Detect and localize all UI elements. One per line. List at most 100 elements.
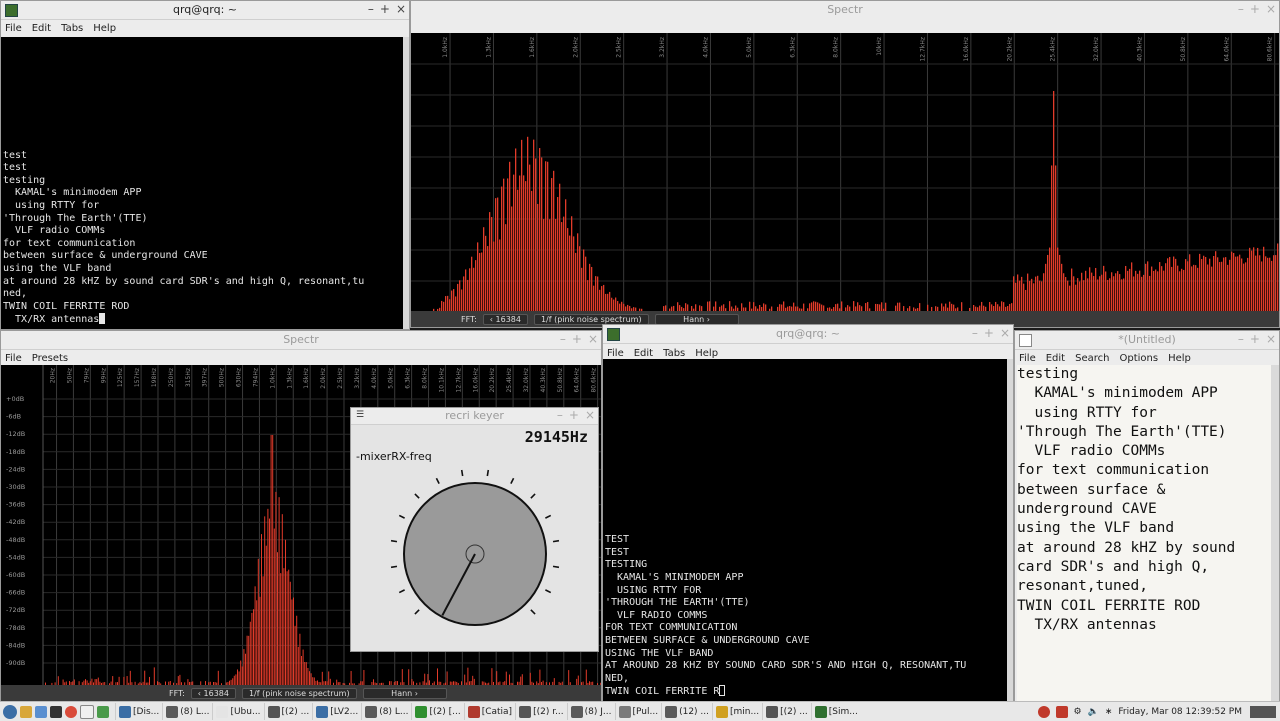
menu-presets[interactable]: Presets — [32, 353, 68, 364]
menu-help[interactable]: Help — [695, 348, 718, 359]
taskbar-task[interactable]: (8) J... — [566, 703, 615, 720]
editor-titlebar[interactable]: *(Untitled) – + × — [1015, 331, 1279, 350]
terminal-window-bottom[interactable]: qrq@qrq: ~ – + × File Edit Tabs Help TEST … — [602, 324, 1014, 702]
spectrum-bar — [1151, 266, 1153, 311]
close-icon[interactable]: × — [1266, 332, 1276, 346]
record-icon[interactable] — [1037, 705, 1050, 718]
taskbar-task[interactable]: [(2) ... — [762, 703, 811, 720]
pdf-icon[interactable] — [1055, 705, 1068, 718]
taskbar-task[interactable]: (8) L... — [162, 703, 212, 720]
editor-window[interactable]: *(Untitled) – + × File Edit Search Options… — [1014, 330, 1280, 702]
taskbar-task[interactable]: (8) L... — [361, 703, 411, 720]
close-icon[interactable]: × — [585, 408, 595, 422]
window-function-select[interactable]: Hann › — [362, 687, 447, 699]
taskbar-task[interactable]: [min... — [712, 703, 762, 720]
launcher-file-manager-icon[interactable] — [20, 705, 32, 718]
close-icon[interactable]: × — [1266, 2, 1276, 16]
taskbar-task[interactable]: [Pul... — [614, 703, 662, 720]
minimize-icon[interactable]: – — [972, 326, 978, 340]
menu-search[interactable]: Search — [1075, 353, 1109, 364]
terminal-menubar: File Edit Tabs Help — [1, 20, 409, 36]
minimize-icon[interactable]: – — [560, 332, 566, 346]
terminal-titlebar[interactable]: qrq@qrq: ~ – + × — [1, 1, 409, 20]
minimize-icon[interactable]: – — [368, 2, 374, 16]
menu-file[interactable]: File — [5, 353, 22, 364]
launcher-chrome-icon[interactable] — [65, 705, 77, 718]
spectrum-bar — [254, 586, 256, 685]
start-menu-icon[interactable] — [3, 704, 17, 719]
taskbar-task[interactable]: [Ubu... — [212, 703, 263, 720]
terminal-titlebar[interactable]: qrq@qrq: ~ – + × — [603, 325, 1013, 344]
spectr-window-top[interactable]: Spectr – + × 1.0kHz 1.3kHz 1.6kHz 2.0kHz 2.5kH… — [410, 0, 1280, 328]
menu-help[interactable]: Help — [93, 23, 116, 34]
menu-edit[interactable]: Edit — [634, 348, 653, 359]
menu-file[interactable]: File — [5, 23, 22, 34]
maximize-icon[interactable]: + — [1250, 332, 1260, 346]
maximize-icon[interactable]: + — [572, 332, 582, 346]
maximize-icon[interactable]: + — [984, 326, 994, 340]
bluetooth-icon[interactable]: ∗ — [1105, 707, 1113, 717]
spectrum-bar — [1071, 268, 1073, 311]
fft-size-select[interactable]: ‹ 16384 — [482, 314, 528, 325]
db-tick-label: -30dB — [6, 483, 25, 491]
menu-tabs[interactable]: Tabs — [663, 348, 685, 359]
taskbar-task[interactable]: [LV2... — [312, 703, 361, 720]
taskbar-task[interactable]: [Sim... — [810, 703, 861, 720]
menu-file[interactable]: File — [607, 348, 624, 359]
spectrum-display-top[interactable]: 1.0kHz 1.3kHz 1.6kHz 2.0kHz 2.5kHz 3.2kHz 4.0k… — [411, 33, 1279, 311]
minimize-icon[interactable]: – — [1238, 2, 1244, 16]
window-title: qrq@qrq: ~ — [775, 327, 840, 340]
volume-icon[interactable]: 🔈 — [1088, 707, 1099, 717]
scrollbar[interactable] — [403, 37, 409, 329]
close-icon[interactable]: × — [1000, 326, 1010, 340]
launcher-editor-icon[interactable] — [80, 704, 94, 719]
spectr-titlebar[interactable]: Spectr – + × — [411, 1, 1279, 34]
taskbar-task[interactable]: [(2) [... — [411, 703, 463, 720]
menu-options[interactable]: Options — [1119, 353, 1158, 364]
menu-edit[interactable]: Edit — [32, 23, 51, 34]
network-icon[interactable]: ⚙ — [1074, 707, 1082, 717]
maximize-icon[interactable]: + — [569, 408, 579, 422]
spectr-titlebar[interactable]: Spectr – + × — [1, 331, 601, 350]
taskbar-task[interactable]: [(2) r... — [515, 703, 567, 720]
maximize-icon[interactable]: + — [380, 2, 390, 16]
menu-file[interactable]: File — [1019, 353, 1036, 364]
taskbar-task[interactable]: (12) ... — [661, 703, 712, 720]
spectrum-bar — [991, 304, 993, 311]
launcher-terminal-icon[interactable] — [50, 705, 62, 718]
maximize-icon[interactable]: + — [1250, 2, 1260, 16]
desktop-switcher-icon[interactable] — [1250, 705, 1276, 718]
fft-size-select[interactable]: ‹ 16384 — [190, 687, 236, 699]
minimize-icon[interactable]: – — [557, 408, 563, 422]
spectrum-bar — [877, 304, 879, 311]
spectrum-bar — [472, 675, 474, 685]
spectrum-bar — [505, 224, 507, 311]
spectrum-bar — [1199, 253, 1201, 311]
frequency-knob[interactable] — [383, 462, 569, 642]
launcher-browser-icon[interactable] — [35, 705, 47, 718]
launcher-settings-icon[interactable] — [97, 705, 109, 718]
minimize-icon[interactable]: – — [1238, 332, 1244, 346]
scrollbar[interactable] — [1271, 365, 1279, 701]
menu-tabs[interactable]: Tabs — [61, 23, 83, 34]
close-icon[interactable]: × — [588, 332, 598, 346]
scrollbar[interactable] — [1007, 359, 1013, 701]
keyer-window[interactable]: ☰ recri keyer – + × 29145Hz -mixerRX-freq — [350, 407, 599, 652]
taskbar-task[interactable]: [Dis... — [115, 703, 162, 720]
taskbar-task[interactable]: [Catia] — [463, 703, 515, 720]
spectrum-bar — [897, 302, 899, 311]
keyer-titlebar[interactable]: ☰ recri keyer – + × — [351, 408, 598, 425]
editor-text-area[interactable]: testing KAMAL's minimodem APP using RTTY… — [1017, 365, 1271, 701]
spectrum-bar — [741, 303, 743, 311]
terminal-output[interactable]: TEST TEST TESTING KAMAL'S MINIMODEM APP … — [603, 359, 1007, 701]
menu-help[interactable]: Help — [1168, 353, 1191, 364]
terminal-window-top[interactable]: qrq@qrq: ~ – + × File Edit Tabs Help test … — [0, 0, 410, 330]
menu-edit[interactable]: Edit — [1046, 353, 1065, 364]
close-icon[interactable]: × — [396, 2, 406, 16]
terminal-output[interactable]: test test testing KAMAL's minimodem APP … — [1, 37, 403, 329]
spectrum-bar — [601, 286, 603, 311]
taskbar-task[interactable]: [(2) ... — [263, 703, 313, 720]
noise-mode-select[interactable]: 1/f (pink noise spectrum) — [241, 687, 357, 699]
spectrum-bar — [1031, 278, 1033, 311]
clock[interactable]: Friday, Mar 08 12:39:52 PM — [1118, 707, 1242, 717]
